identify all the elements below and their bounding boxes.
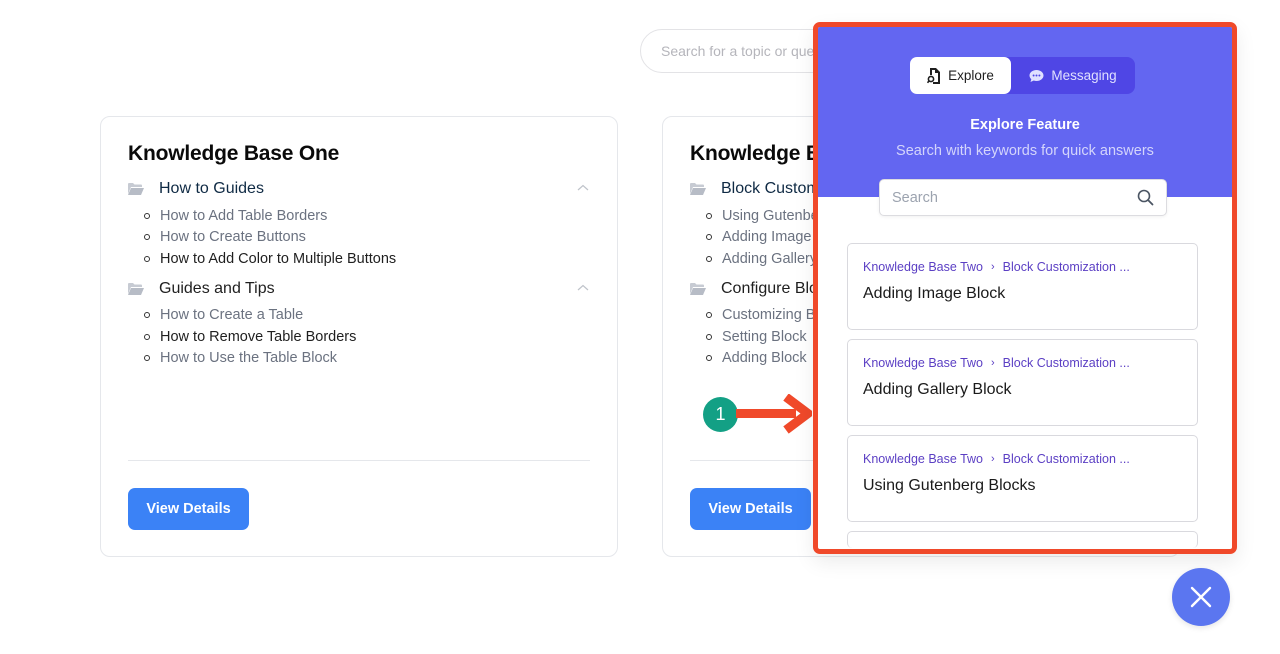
article-link[interactable]: How to Add Table Borders: [144, 205, 590, 227]
help-widget-panel: Explore Messaging Explore Feature Search…: [813, 22, 1237, 554]
result-breadcrumb: Knowledge Base Two › Block Customization…: [863, 452, 1182, 466]
result-title[interactable]: Adding Image Block: [863, 285, 1182, 303]
bullet-icon: [706, 234, 712, 241]
search-results-list: Knowledge Base Two › Block Customization…: [847, 243, 1198, 549]
widget-header: Explore Messaging Explore Feature Search…: [818, 27, 1232, 197]
close-widget-button[interactable]: [1172, 568, 1230, 626]
section-title[interactable]: Guides and Tips: [159, 280, 275, 298]
bullet-icon: [144, 312, 150, 319]
article-link[interactable]: How to Use the Table Block: [144, 348, 590, 370]
bullet-icon: [706, 312, 712, 319]
chevron-right-icon: ›: [991, 453, 995, 465]
search-icon[interactable]: [1137, 189, 1154, 206]
result-title[interactable]: Adding Gallery Block: [863, 381, 1182, 399]
section-header[interactable]: How to Guides: [128, 178, 590, 200]
breadcrumb-item[interactable]: Knowledge Base Two: [863, 356, 983, 370]
kb-section: Guides and Tips How to Create a Table Ho…: [128, 278, 590, 370]
folder-open-icon: [690, 282, 706, 295]
kb-title: Knowledge Base One: [128, 142, 340, 165]
chevron-right-icon: ›: [991, 357, 995, 369]
folder-open-icon: [690, 183, 706, 195]
article-link[interactable]: How to Create Buttons: [144, 227, 590, 249]
chat-bubble-icon: [1029, 69, 1044, 82]
bullet-icon: [144, 234, 150, 241]
tab-messaging[interactable]: Messaging: [1011, 57, 1135, 94]
breadcrumb-item[interactable]: Block Customization ...: [1003, 452, 1130, 466]
article-title[interactable]: How to Remove Table Borders: [160, 329, 356, 345]
card-divider: [128, 460, 590, 461]
bullet-icon: [144, 355, 150, 362]
tab-label: Messaging: [1051, 68, 1117, 83]
breadcrumb-item[interactable]: Knowledge Base Two: [863, 452, 983, 466]
bullet-icon: [144, 255, 150, 262]
tab-label: Explore: [948, 68, 994, 83]
article-title[interactable]: How to Add Table Borders: [160, 208, 327, 224]
bullet-icon: [706, 333, 712, 340]
bullet-icon: [144, 333, 150, 340]
chevron-up-icon[interactable]: [576, 282, 590, 294]
search-result-item[interactable]: Knowledge Base Two › Block Customization…: [847, 435, 1198, 522]
article-title[interactable]: How to Create a Table: [160, 307, 303, 323]
bullet-icon: [706, 212, 712, 219]
section-title[interactable]: How to Guides: [159, 180, 264, 198]
article-title[interactable]: How to Create Buttons: [160, 229, 306, 245]
tab-explore[interactable]: Explore: [910, 57, 1011, 94]
view-details-button[interactable]: View Details: [690, 488, 811, 530]
widget-search-input[interactable]: [892, 189, 1137, 206]
kb-section: How to Guides How to Add Table Borders H…: [128, 178, 590, 270]
folder-open-icon: [128, 183, 144, 195]
step-number-badge: 1: [703, 397, 738, 432]
breadcrumb-item[interactable]: Block Customization ...: [1003, 356, 1130, 370]
chevron-right-icon: ›: [991, 261, 995, 273]
bullet-icon: [144, 212, 150, 219]
result-title[interactable]: Using Gutenberg Blocks: [863, 477, 1182, 495]
article-link[interactable]: How to Create a Table: [144, 305, 590, 327]
widget-tab-switch: Explore Messaging: [910, 57, 1135, 94]
close-icon: [1190, 586, 1212, 608]
search-result-item[interactable]: Knowledge Base Two › Block Customization…: [847, 243, 1198, 330]
article-link[interactable]: How to Add Color to Multiple Buttons: [144, 248, 590, 270]
chevron-up-icon[interactable]: [576, 182, 590, 194]
knowledge-base-card: Knowledge Base One How to Guides How to …: [100, 116, 618, 557]
widget-subtitle: Search with keywords for quick answers: [896, 143, 1154, 159]
result-breadcrumb: Knowledge Base Two › Block Customization…: [863, 260, 1182, 274]
article-link[interactable]: How to Remove Table Borders: [144, 326, 590, 348]
bullet-icon: [706, 355, 712, 362]
breadcrumb-item[interactable]: Block Customization ...: [1003, 260, 1130, 274]
search-result-item-partial[interactable]: [847, 531, 1198, 548]
article-title[interactable]: Adding Block: [722, 350, 807, 366]
folder-open-icon: [128, 282, 144, 295]
view-details-button[interactable]: View Details: [128, 488, 249, 530]
explore-doc-icon: [927, 67, 941, 84]
bullet-icon: [706, 255, 712, 262]
article-title[interactable]: How to Use the Table Block: [160, 350, 337, 366]
search-result-item[interactable]: Knowledge Base Two › Block Customization…: [847, 339, 1198, 426]
article-title[interactable]: Setting Block: [722, 329, 807, 345]
annotation-arrow-icon: [736, 394, 812, 434]
article-title[interactable]: How to Add Color to Multiple Buttons: [160, 251, 396, 267]
section-header[interactable]: Guides and Tips: [128, 278, 590, 300]
widget-search-field[interactable]: [879, 179, 1167, 216]
breadcrumb-item[interactable]: Knowledge Base Two: [863, 260, 983, 274]
widget-title: Explore Feature: [970, 117, 1080, 133]
result-breadcrumb: Knowledge Base Two › Block Customization…: [863, 356, 1182, 370]
